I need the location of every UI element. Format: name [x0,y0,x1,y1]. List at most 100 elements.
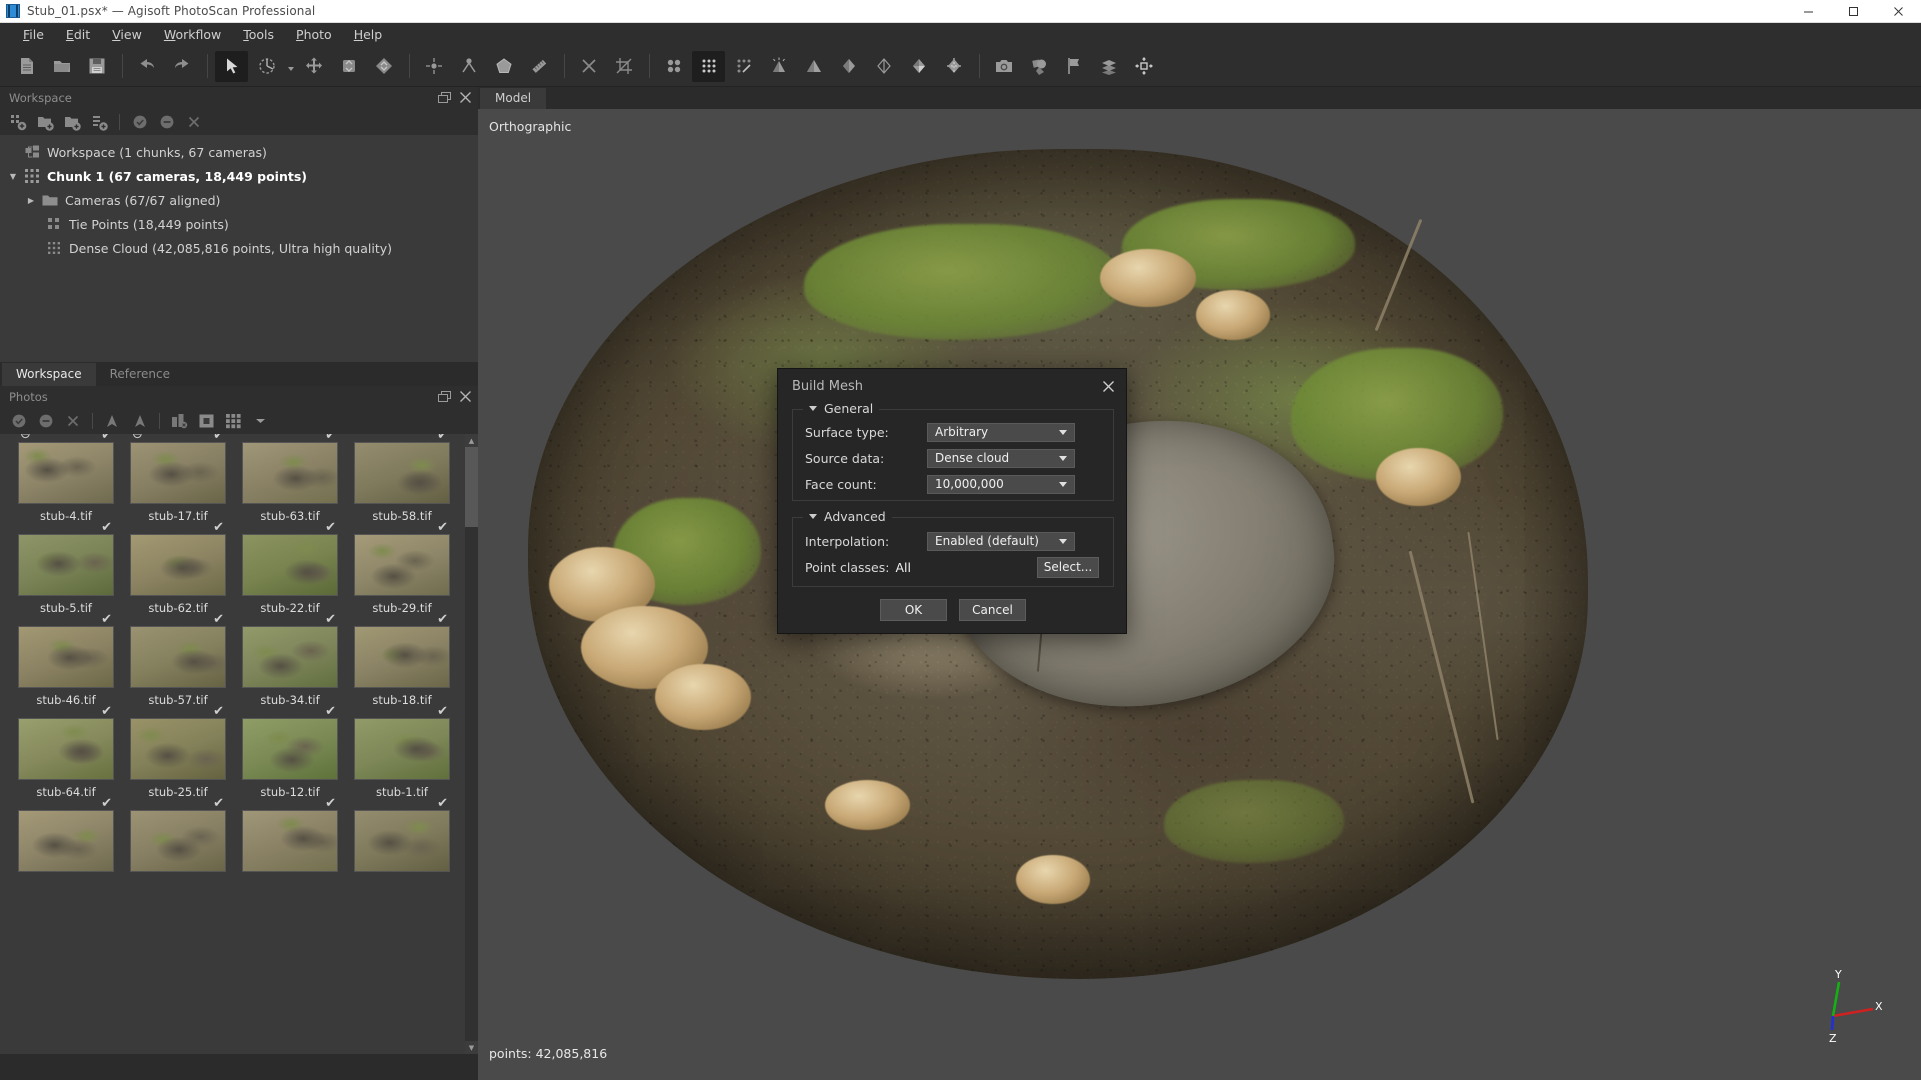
photo-thumbnail-wrap[interactable]: ✔ [18,718,114,780]
tree-expander-chunk[interactable]: ▼ [4,172,22,181]
tree-item-tie-points[interactable]: Tie Points (18,449 points) [0,212,478,236]
add-folder-icon[interactable] [60,111,85,133]
photo-item[interactable]: ✔stub-12.tif [234,718,346,799]
menu-photo[interactable]: Photo [285,24,343,45]
workspace-tree[interactable]: Workspace (1 chunks, 67 cameras) ▼ Chunk… [0,135,478,362]
add-marker-icon[interactable] [87,111,112,133]
photo-thumbnail[interactable] [354,810,450,872]
face-count-combobox[interactable]: 10,000,000 [927,475,1075,494]
shaded-model-icon[interactable] [797,51,830,82]
select-point-classes-button[interactable]: Select... [1037,557,1099,578]
chevron-up-icon[interactable]: ▲ [465,434,478,447]
remove-icon[interactable] [181,111,206,133]
photo-thumbnail-wrap[interactable]: ✔ [130,718,226,780]
general-group-header[interactable]: General [803,401,879,416]
photo-item[interactable]: ✔stub-58.tif [346,442,458,523]
photo-thumbnail[interactable] [354,534,450,596]
photo-thumbnail[interactable] [354,626,450,688]
photo-item[interactable]: ✔stub-5.tif [10,534,122,615]
crop-selection-icon[interactable] [607,51,640,82]
shapes-icon[interactable] [1022,51,1055,82]
point-cloud-icon[interactable] [657,51,690,82]
ruler-icon[interactable] [522,51,555,82]
close-icon[interactable] [459,89,472,108]
tree-item-chunk[interactable]: ▼ Chunk 1 (67 cameras, 18,449 points) [0,164,478,188]
photo-thumbnail-wrap[interactable]: ✔ [242,718,338,780]
menu-workflow[interactable]: Workflow [153,24,232,45]
model-viewport[interactable]: Orthographic [478,109,1921,1080]
enable-icon[interactable] [6,410,31,432]
cancel-button[interactable]: Cancel [959,599,1026,621]
photo-thumbnail[interactable] [18,718,114,780]
photo-thumbnail[interactable] [242,442,338,504]
triangle-down-icon[interactable] [809,514,817,519]
camera-icon[interactable] [987,51,1020,82]
photo-thumbnail-wrap[interactable]: ✔ [242,626,338,688]
photo-item[interactable]: ✔stub-25.tif [122,718,234,799]
chevron-down-icon[interactable]: ▼ [465,1041,478,1054]
photo-item[interactable]: ✔ [346,810,458,877]
photo-item[interactable]: ⊖✔stub-17.tif [122,442,234,523]
photo-thumbnail[interactable] [130,442,226,504]
menu-tools[interactable]: Tools [232,24,285,45]
photo-thumbnail[interactable] [18,626,114,688]
undo-icon[interactable] [130,51,163,82]
enable-icon[interactable] [127,111,152,133]
dense-cloud-icon[interactable] [692,51,725,82]
thumbnail-size-icon[interactable] [194,410,219,432]
close-icon[interactable] [1095,374,1121,398]
photo-thumbnail[interactable] [242,810,338,872]
scrollbar-thumb[interactable] [465,447,478,527]
select-arrow-icon[interactable] [215,51,248,82]
tree-expander-cameras[interactable]: ▶ [22,196,40,205]
scale-object-icon[interactable] [332,51,365,82]
build-mesh-dialog[interactable]: Build Mesh General Surface type: Arbitra… [777,368,1127,634]
grid-view-icon[interactable] [221,410,246,432]
add-chunk-icon[interactable] [6,111,31,133]
disable-icon[interactable] [154,111,179,133]
reset-view-icon[interactable] [1127,51,1160,82]
photo-thumbnail[interactable] [242,534,338,596]
rotate-object-icon[interactable] [250,51,283,82]
rotate-left-icon[interactable] [100,410,125,432]
photo-thumbnail-wrap[interactable]: ✔ [354,626,450,688]
close-icon[interactable] [459,388,472,407]
wireframe-model-icon[interactable] [867,51,900,82]
photo-thumbnail-wrap[interactable]: ✔ [130,534,226,596]
photo-thumbnail[interactable] [18,810,114,872]
close-button[interactable] [1876,0,1921,23]
photo-thumbnail-wrap[interactable]: ✔ [242,442,338,504]
photo-item[interactable]: ✔stub-46.tif [10,626,122,707]
photo-item[interactable]: ✔ [10,810,122,877]
tiled-model-icon[interactable] [1092,51,1125,82]
tab-workspace[interactable]: Workspace [2,363,96,386]
advanced-group-header[interactable]: Advanced [803,509,892,524]
triangle-down-icon[interactable] [809,406,817,411]
resize-region-icon[interactable] [367,51,400,82]
photo-thumbnail-wrap[interactable]: ✔ [130,810,226,872]
undock-icon[interactable] [438,388,451,407]
photo-thumbnail-wrap[interactable]: ⊖✔ [18,442,114,504]
photo-item[interactable]: ✔ [122,810,234,877]
photo-thumbnail-wrap[interactable]: ✔ [18,534,114,596]
photo-thumbnail-wrap[interactable]: ⊖✔ [130,442,226,504]
photo-thumbnail-wrap[interactable]: ✔ [242,534,338,596]
photo-thumbnail[interactable] [130,810,226,872]
photo-thumbnail[interactable] [130,626,226,688]
classify-points-icon[interactable] [727,51,760,82]
photo-thumbnail-wrap[interactable]: ✔ [18,626,114,688]
tree-item-workspace[interactable]: Workspace (1 chunks, 67 cameras) [0,140,478,164]
photo-thumbnail-wrap[interactable]: ✔ [242,810,338,872]
photo-thumbnail-wrap[interactable]: ✔ [354,534,450,596]
reset-region-icon[interactable] [417,51,450,82]
measure-angle-icon[interactable] [452,51,485,82]
add-photos-icon[interactable] [33,111,58,133]
textured-model-icon[interactable] [902,51,935,82]
photo-thumbnail[interactable] [354,718,450,780]
chevron-down-icon[interactable] [285,51,297,82]
photo-item[interactable]: ✔stub-1.tif [346,718,458,799]
remove-icon[interactable] [60,410,85,432]
photo-thumbnail-wrap[interactable]: ✔ [354,718,450,780]
delete-selection-icon[interactable] [572,51,605,82]
photos-grid[interactable]: ⊖✔stub-4.tif⊖✔stub-17.tif✔stub-63.tif✔st… [0,434,470,888]
